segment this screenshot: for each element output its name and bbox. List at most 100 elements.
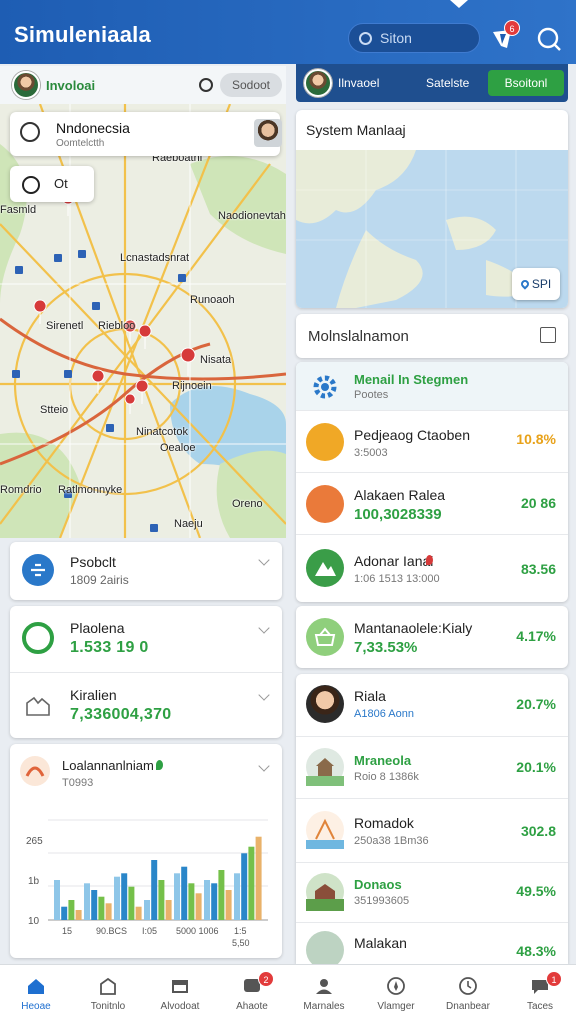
app-header: Simuleniaala Siton 6 [0, 0, 576, 64]
avatar[interactable] [12, 71, 40, 99]
monitor-row-title: Adonar Ianai [354, 553, 434, 569]
chevron-down-icon[interactable] [258, 760, 270, 772]
temple-icon [306, 748, 344, 786]
left-user-bar: Involoai Sodoot [0, 66, 286, 104]
select-button[interactable]: Sodoot [220, 73, 282, 97]
chart-bar [174, 873, 180, 920]
monitor-row-pct: 20 86 [520, 495, 556, 511]
chart-subtitle: T0993 [62, 777, 94, 789]
list-item[interactable]: Donaos 351993605 49.5% [296, 862, 568, 922]
export-icon[interactable] [540, 327, 556, 343]
pin-icon [426, 555, 433, 565]
chart-bar [241, 853, 248, 920]
notifications-button[interactable]: 6 [490, 20, 520, 52]
system-map-card[interactable]: System Manlaaj SPI [296, 110, 568, 308]
map-layer-button[interactable]: SPI [512, 268, 560, 300]
search-input[interactable]: Siton [348, 23, 480, 53]
nav-item-managers[interactable]: Marnales [288, 965, 360, 1024]
stat-title: Kiralien [70, 687, 117, 703]
chart-bar [225, 890, 232, 920]
bottom-nav: Heoae Tonitnlo Alvodoat 2 Ahaote Marnale… [0, 964, 576, 1024]
chevron-down-icon[interactable] [258, 554, 270, 566]
chevron-down-icon[interactable] [258, 689, 270, 701]
nav-item-tasks[interactable]: 1 Taces [504, 965, 576, 1024]
list-item[interactable]: Kiralien 7,336004,370 [10, 672, 282, 738]
map-label: Nisata [200, 354, 232, 366]
nav-item-alerts[interactable]: 2 Ahaote [216, 965, 288, 1024]
person-pct: 302.8 [520, 823, 556, 839]
dropdown-notch-icon [450, 0, 468, 8]
monitor-row-sub: Pootes [354, 389, 389, 401]
list-item[interactable]: Pedjeaog Ctaoben 3:5003 10.8% [296, 410, 568, 472]
action-button[interactable]: Bsoitonl [488, 70, 564, 96]
bus-icon [306, 423, 344, 461]
nav-item-dashboard[interactable]: Dnanbear [432, 965, 504, 1024]
map-label: Romdrio [0, 484, 42, 496]
card-icon [306, 485, 344, 523]
list-item[interactable]: Riala A1806 Aonn 20.7% [296, 674, 568, 736]
maintenance-title: Mantanaolele:Kialy [354, 620, 473, 636]
list-item[interactable]: Mraneola Roio 8 1386k 20.1% [296, 736, 568, 798]
maintenance-pct: 4.17% [516, 628, 556, 644]
list-item[interactable]: Plaolena 1.533 19 0 [10, 606, 282, 672]
nav-badge: 1 [546, 971, 562, 987]
chevron-down-icon[interactable] [258, 622, 270, 634]
monitoring-title: Molnslalnamon [308, 328, 409, 345]
nav-item-advocacy[interactable]: Alvodoat [144, 965, 216, 1024]
nav-label: Tonitnlo [90, 1001, 126, 1012]
person-name: Donaos [354, 877, 402, 892]
person-sub: 250a38 1Bm36 [354, 835, 429, 847]
stats-card: Plaolena 1.533 19 0 Kiralien 7,336004,37… [10, 606, 282, 738]
home-icon [28, 979, 44, 994]
list-item[interactable]: Malakan 48.3% [296, 922, 568, 964]
location-card[interactable]: Nndonecsia Oomtelctth [10, 112, 282, 156]
refresh-icon [22, 622, 54, 654]
location-subtitle: Oomtelctth [56, 138, 105, 149]
chart-bar [204, 880, 210, 920]
map-filter-card[interactable]: Ot [10, 166, 94, 202]
nav-item-monitor[interactable]: Tonitnlo [72, 965, 144, 1024]
list-item[interactable]: Alakaen Ralea 100,3028339 20 86 [296, 472, 568, 534]
mountain-icon [306, 549, 344, 587]
chart-bar [255, 836, 262, 920]
list-item[interactable]: Adonar Ianai 1:06 1513 13:000 83.56 [296, 534, 568, 602]
product-subtitle: 1809 2airis [70, 573, 129, 587]
nav-item-home[interactable]: Heoae [0, 965, 72, 1024]
x-tick-label: I:05 [142, 926, 158, 936]
y-tick-label: 1b [28, 876, 40, 887]
tent-icon [306, 811, 344, 849]
x-tick-label: 5,50 [232, 938, 250, 948]
nav-item-manager[interactable]: Vlamger [360, 965, 432, 1024]
chart-bar [234, 873, 240, 920]
map-label: Ninatcotok [136, 426, 188, 438]
city-map[interactable]: Raeboathi Fasmld Naodionevtah Lcnastadsn… [0, 104, 286, 538]
monitor-row-pct: 10.8% [516, 431, 556, 447]
avatar[interactable] [304, 69, 332, 97]
map-label: Ratlmonnyke [58, 484, 123, 496]
chart-bar [128, 886, 135, 920]
monitor-row-sub: 3:5003 [354, 447, 388, 459]
person-name: Mraneola [354, 753, 412, 768]
map-label: Naeju [174, 518, 203, 530]
location-title: Nndonecsia [56, 120, 130, 136]
map-filter-label: Ot [54, 176, 68, 191]
bar-chart [48, 819, 268, 921]
map-label: Fasmld [0, 204, 37, 216]
chart-bar [84, 883, 90, 920]
chart-bar [105, 903, 112, 920]
help-button[interactable] [536, 26, 562, 52]
list-item[interactable]: Menail In Stegmen Pootes [296, 362, 568, 410]
status-circle-icon[interactable] [199, 78, 213, 92]
nav-label: Ahaote [236, 1001, 268, 1012]
stat-value: 1.533 19 0 [70, 639, 149, 656]
building-icon [100, 977, 116, 995]
chart-bar [98, 896, 105, 920]
chart-bar [218, 870, 225, 920]
chart-bar [211, 883, 218, 920]
maintenance-card[interactable]: Mantanaolele:Kialy 7,33.53% 4.17% [296, 606, 568, 668]
monitor-row-value: 100,3028339 [354, 506, 442, 523]
list-item[interactable]: Romadok 250a38 1Bm36 302.8 [296, 798, 568, 862]
right-user-label: Satelste [426, 76, 470, 90]
nav-label: Alvodoat [160, 1001, 200, 1012]
product-card[interactable]: Psobclt 1809 2airis [10, 542, 282, 600]
